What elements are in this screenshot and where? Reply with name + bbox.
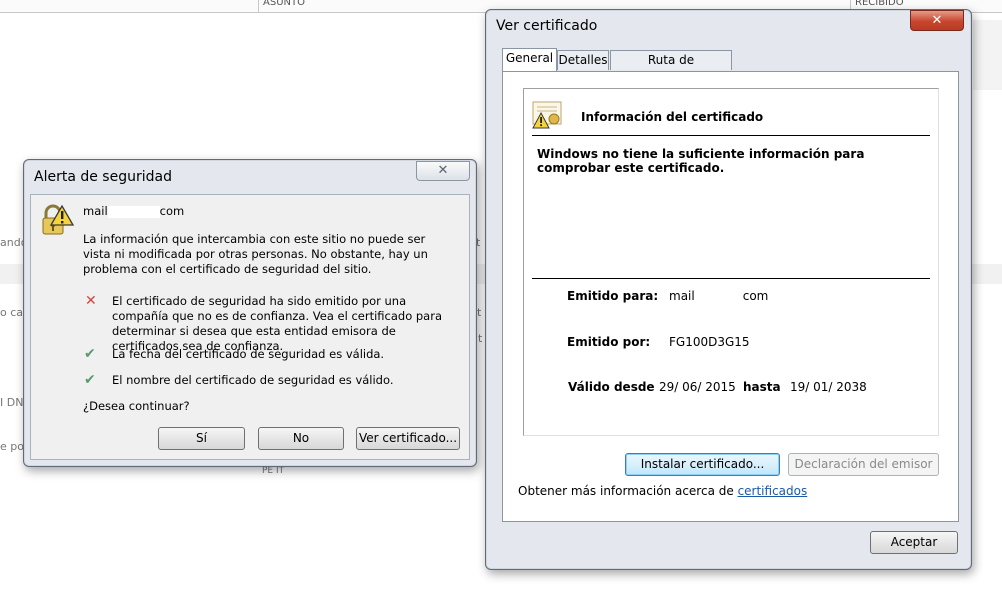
site-suffix: com <box>159 204 185 218</box>
install-certificate-button[interactable]: Instalar certificado... <box>625 453 780 476</box>
check-icon: ✔ <box>84 372 96 388</box>
issue-name-valid: El nombre del certificado de seguridad e… <box>112 373 394 387</box>
continue-question: ¿Desea continuar? <box>83 399 190 413</box>
mail-row-fragment: PE IT <box>262 466 285 476</box>
divider <box>532 135 930 136</box>
column-received[interactable]: RECIBIDO <box>855 0 904 8</box>
dialog-title: Alerta de seguridad <box>34 169 172 185</box>
issued-by-label: Emitido por: <box>567 335 651 349</box>
view-certificate-button[interactable]: Ver certificado... <box>356 427 460 450</box>
valid-from-value: 29/ 06/ 2015 <box>659 380 736 394</box>
redacted-block <box>107 205 160 218</box>
general-tab-panel: Información del certificado Windows no t… <box>502 71 959 522</box>
issue-untrusted: El certificado de seguridad ha sido emit… <box>112 294 443 353</box>
valid-to-value: 19/ 01/ 2038 <box>790 380 867 394</box>
close-button[interactable]: ✕ <box>910 10 964 31</box>
divider <box>532 278 930 279</box>
issue-date-valid: La fecha del certificado de seguridad es… <box>112 347 385 361</box>
yes-button[interactable]: Sí <box>158 427 245 450</box>
error-x-icon: ✕ <box>85 293 97 309</box>
security-alert-dialog: Alerta de seguridad ✕ mail com La informa… <box>23 159 477 467</box>
certificate-info-box: Información del certificado Windows no t… <box>523 88 939 436</box>
alert-body: mail com La información que intercambia c… <box>30 194 470 460</box>
tab-certification-path[interactable]: Ruta de certificación <box>610 50 732 86</box>
verification-warning: Windows no tiene la suficiente informaci… <box>537 147 865 175</box>
issued-to-label: Emitido para: <box>567 289 659 303</box>
view-certificate-dialog: Ver certificado ✕ General Detalles Ruta … <box>485 9 972 570</box>
valid-to-label: hasta <box>743 380 781 394</box>
close-icon: ✕ <box>437 163 449 178</box>
certificate-warning-icon <box>532 101 562 129</box>
security-warning-icon <box>42 204 74 235</box>
more-info-line: Obtener más información acerca de certif… <box>518 484 807 498</box>
no-button[interactable]: No <box>258 427 344 450</box>
check-icon: ✔ <box>84 346 96 362</box>
dialog-title: Ver certificado <box>496 18 598 34</box>
side-panel <box>973 20 1002 90</box>
issued-to-prefix: mail <box>669 289 695 303</box>
mail-row-fragment: t <box>477 306 482 319</box>
issued-by-value: FG100D3G15 <box>669 335 750 349</box>
tab-details[interactable]: Detalles <box>557 50 609 70</box>
tab-general[interactable]: General <box>502 48 557 71</box>
close-button[interactable]: ✕ <box>416 161 470 181</box>
more-info-text: Obtener más información acerca de <box>518 484 734 498</box>
certificates-link[interactable]: certificados <box>738 484 808 498</box>
valid-from-label: Válido desde <box>568 380 655 394</box>
intro-text: La información que intercambia con este … <box>83 232 428 276</box>
issuer-statement-button: Declaración del emisor <box>788 453 939 476</box>
site-name: mail com <box>83 204 184 219</box>
issued-to-suffix: com <box>742 289 769 303</box>
redacted-block <box>694 290 743 303</box>
ok-button[interactable]: Aceptar <box>870 531 958 554</box>
column-separator <box>258 0 259 12</box>
mail-row-fragment: o ca <box>0 306 24 319</box>
mail-row-fragment: I DN <box>0 396 24 409</box>
certificate-info-heading: Información del certificado <box>581 110 764 124</box>
close-icon: ✕ <box>931 13 943 28</box>
column-subject[interactable]: ASUNTO <box>263 0 305 8</box>
issued-to-value: mail com <box>669 289 768 303</box>
mail-row-fragment: t <box>478 332 483 345</box>
site-prefix: mail <box>83 204 108 218</box>
